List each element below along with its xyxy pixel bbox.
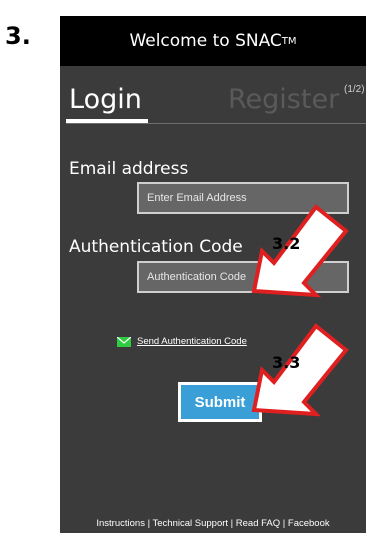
auth-code-label: Authentication Code	[69, 237, 243, 257]
app-header: Welcome to SNAC TM	[60, 16, 366, 66]
mail-icon	[117, 336, 131, 347]
email-label: Email address	[69, 159, 189, 179]
callout-label-3-2: 3.2	[272, 234, 301, 253]
callout-label-3-3: 3.3	[272, 353, 301, 372]
tab-register[interactable]: Register	[228, 84, 339, 115]
tab-divider	[66, 123, 366, 124]
step-number: 3.	[5, 22, 31, 50]
trademark-mark: TM	[281, 35, 297, 47]
footer-links[interactable]: Instructions | Technical Support | Read …	[60, 518, 366, 529]
send-auth-code-link[interactable]: Send Authentication Code	[117, 336, 247, 347]
register-step-indicator: (1/2)	[344, 84, 365, 95]
tab-login[interactable]: Login	[69, 84, 142, 115]
send-auth-code-label: Send Authentication Code	[137, 336, 247, 347]
app-title: Welcome to SNAC	[129, 31, 282, 51]
